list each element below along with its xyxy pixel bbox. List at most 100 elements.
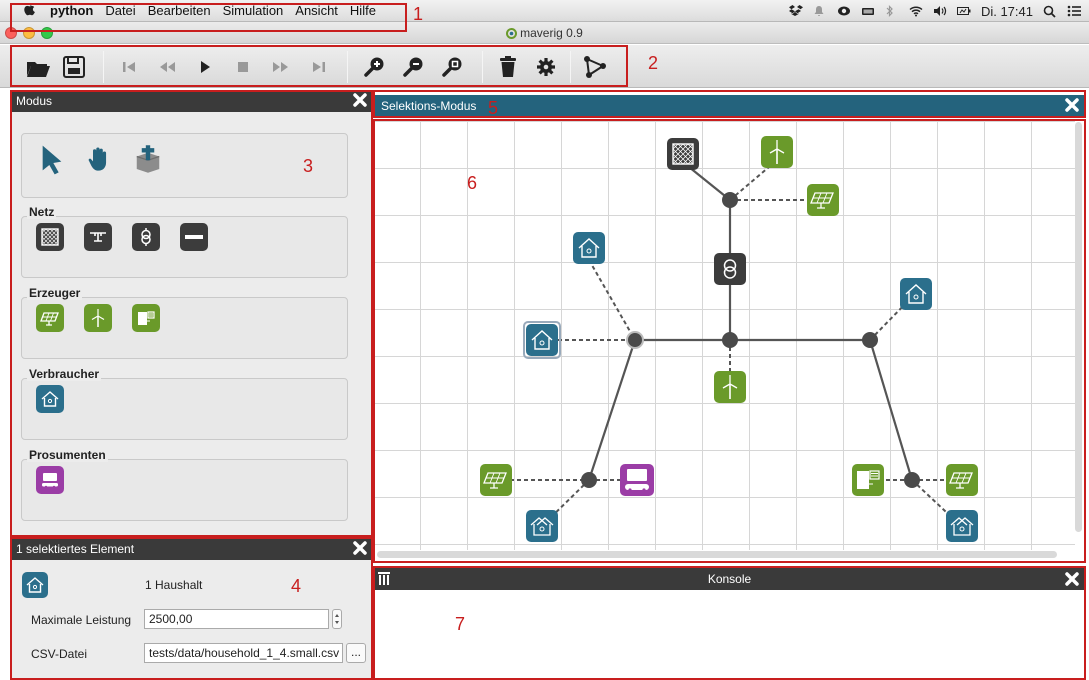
multi-household-node[interactable] (526, 510, 558, 542)
canvas-vertical-scrollbar[interactable] (1075, 122, 1082, 532)
mode-panel-title: Modus (16, 94, 53, 108)
apple-icon[interactable] (18, 2, 42, 19)
transformer-icon (141, 228, 151, 246)
settings-button[interactable] (532, 53, 560, 81)
bus-node[interactable] (904, 472, 920, 488)
save-button[interactable] (60, 53, 88, 81)
bus-node-selected[interactable] (626, 331, 644, 349)
csv-file-label: CSV-Datei (31, 647, 88, 661)
zoom-fit-icon (442, 57, 462, 77)
zoom-out-button[interactable] (400, 53, 428, 81)
open-file-button[interactable] (24, 53, 52, 81)
wind-turbine-node[interactable] (714, 371, 746, 403)
notification-icon[interactable] (813, 5, 827, 17)
play-button[interactable] (191, 53, 219, 81)
menu-simulation[interactable]: Simulation (223, 3, 284, 18)
clock[interactable]: Di. 17:41 (981, 4, 1033, 19)
stop-button[interactable] (229, 53, 257, 81)
net-transformer-tile[interactable] (132, 223, 160, 251)
annotation-label-4: 4 (291, 576, 302, 596)
max-power-input[interactable]: 2500,00 (144, 609, 329, 629)
pv-node[interactable] (946, 464, 978, 496)
close-icon[interactable] (1064, 97, 1080, 113)
csv-file-input[interactable]: tests/data/household_1_4.small.csv (144, 643, 343, 663)
line-bus-left-bottom[interactable] (587, 339, 637, 481)
menu-bearbeiten[interactable]: Bearbeiten (148, 3, 211, 18)
volume-icon[interactable] (933, 5, 947, 17)
wind-turbine-icon (91, 309, 105, 327)
bus-node[interactable] (722, 332, 738, 348)
producer-chp-tile[interactable] (132, 304, 160, 332)
chp-unit-icon (138, 311, 155, 325)
skip-to-end-button[interactable] (305, 53, 333, 81)
wind-turbine-node[interactable] (761, 136, 793, 168)
network-canvas[interactable] (375, 120, 1084, 561)
menu-app-name[interactable]: python (50, 3, 93, 18)
spotlight-icon[interactable] (1043, 5, 1057, 18)
graph-view-button[interactable] (581, 53, 609, 81)
consumer-household-tile[interactable] (36, 385, 64, 413)
net-bus-tile[interactable] (84, 223, 112, 251)
console-output[interactable] (375, 590, 1084, 680)
household-node-selected[interactable] (523, 321, 561, 359)
canvas-horizontal-scrollbar[interactable] (377, 551, 1057, 558)
bus-node[interactable] (862, 332, 878, 348)
browse-csv-button[interactable]: ... (346, 643, 366, 663)
wifi-icon[interactable] (909, 5, 923, 17)
menu-ansicht[interactable]: Ansicht (295, 3, 338, 18)
delete-button[interactable] (494, 53, 522, 81)
dropbox-icon[interactable] (788, 5, 803, 17)
refbus-node[interactable] (667, 138, 699, 170)
max-power-stepper[interactable] (332, 609, 342, 629)
bus-node[interactable] (722, 192, 738, 208)
bus-icon (90, 232, 106, 242)
house-icon (41, 391, 59, 407)
zoom-fit-button[interactable] (439, 53, 467, 81)
net-branch-tile[interactable] (180, 223, 208, 251)
hand-icon (88, 147, 107, 171)
gear-icon (537, 58, 555, 76)
transformer-node[interactable] (714, 253, 746, 285)
menu-hilfe[interactable]: Hilfe (350, 3, 376, 18)
household-node[interactable] (573, 232, 605, 264)
consumers-group (21, 378, 348, 440)
graph-icon (584, 56, 606, 78)
cursor-arrow-icon (42, 145, 62, 175)
multi-household-node[interactable] (946, 510, 978, 542)
battery-icon[interactable] (956, 5, 971, 17)
close-icon[interactable] (352, 540, 368, 556)
producer-pv-tile[interactable] (36, 304, 64, 332)
menu-datei[interactable]: Datei (105, 3, 135, 18)
chp-node[interactable] (852, 464, 884, 496)
skip-to-start-button[interactable] (115, 53, 143, 81)
close-icon[interactable] (352, 92, 368, 108)
line-bus-right-bottom[interactable] (868, 339, 914, 481)
fast-forward-button[interactable] (267, 53, 295, 81)
list-icon[interactable] (1067, 5, 1081, 17)
add-box-icon (136, 145, 160, 173)
prosumer-ev-tile[interactable] (36, 466, 64, 494)
annotation-label-1: 1 (413, 4, 424, 24)
zoom-in-button[interactable] (361, 53, 389, 81)
annotation-label-2: 2 (648, 53, 659, 73)
close-icon[interactable] (1064, 571, 1080, 587)
fast-forward-icon (273, 62, 288, 72)
selection-mode-header: Selektions-Modus (375, 95, 1084, 117)
link-house-top[interactable] (588, 259, 636, 341)
bus-node[interactable] (581, 472, 597, 488)
net-refbus-tile[interactable] (36, 223, 64, 251)
hand-mode-button[interactable] (83, 142, 117, 176)
add-component-mode-button[interactable] (131, 142, 165, 176)
bluetooth-icon[interactable] (885, 5, 899, 17)
producer-wind-tile[interactable] (84, 304, 112, 332)
select-mode-button[interactable] (35, 142, 69, 176)
eye-icon[interactable] (837, 5, 851, 17)
household-node[interactable] (900, 278, 932, 310)
battery-meter-icon[interactable] (861, 5, 875, 17)
prosumers-group (21, 459, 348, 521)
pv-node[interactable] (807, 184, 839, 216)
pv-node[interactable] (480, 464, 512, 496)
rewind-button[interactable] (153, 53, 181, 81)
electric-vehicle-node[interactable] (620, 464, 654, 496)
electric-car-icon (42, 473, 58, 489)
